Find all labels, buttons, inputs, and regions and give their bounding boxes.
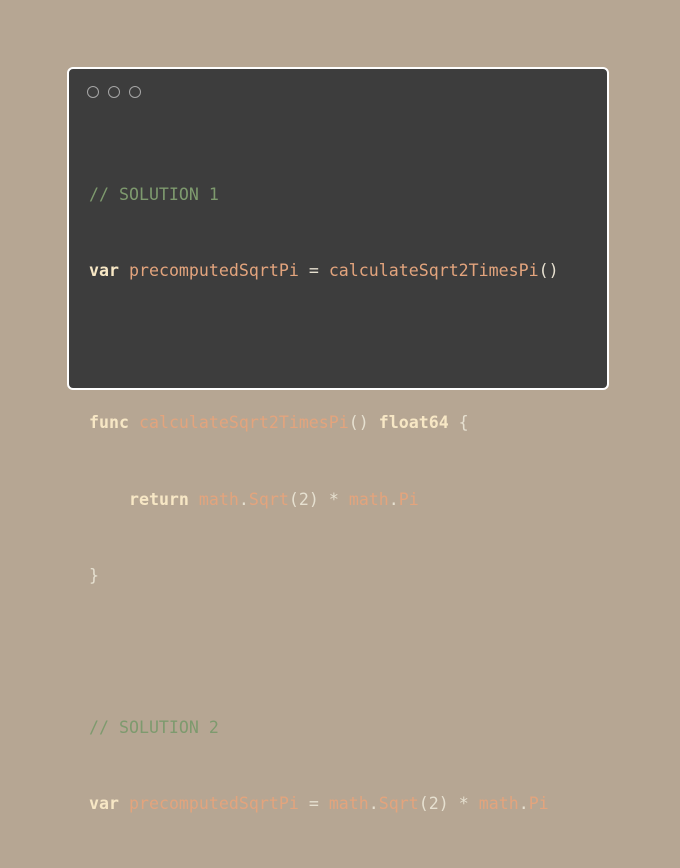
punctuation: . bbox=[518, 794, 529, 814]
punctuation: . bbox=[238, 489, 249, 509]
code-line: var precomputedSqrtPi = math.Sqrt(2) * m… bbox=[89, 791, 559, 816]
keyword-return: return bbox=[128, 489, 189, 509]
code-line: // SOLUTION 2 bbox=[89, 715, 559, 740]
punctuation: () bbox=[538, 261, 559, 281]
code-line: func calculateSqrt2TimesPi() float64 { bbox=[89, 410, 559, 435]
code-line: } bbox=[89, 563, 559, 588]
identifier: Pi bbox=[398, 489, 419, 509]
code-block: // SOLUTION 1 var precomputedSqrtPi = ca… bbox=[89, 131, 559, 868]
code-line-empty bbox=[89, 639, 559, 664]
keyword-func: func bbox=[89, 413, 129, 433]
identifier: math bbox=[328, 794, 369, 814]
identifier: Sqrt bbox=[248, 489, 289, 509]
code-line: // SOLUTION 1 bbox=[89, 182, 559, 207]
identifier: math bbox=[198, 489, 239, 509]
punctuation: . bbox=[368, 794, 379, 814]
code-line-empty bbox=[89, 334, 559, 359]
punctuation: } bbox=[89, 565, 99, 585]
circle-icon bbox=[108, 86, 120, 98]
window-controls bbox=[87, 86, 141, 98]
punctuation: () bbox=[348, 413, 369, 433]
identifier: precomputedSqrtPi bbox=[128, 794, 299, 814]
operator: * bbox=[448, 794, 479, 814]
punctuation: (2) bbox=[288, 489, 319, 509]
code-comment: // SOLUTION 2 bbox=[89, 718, 219, 738]
punctuation: (2) bbox=[418, 794, 449, 814]
identifier: calculateSqrt2TimesPi bbox=[138, 413, 349, 433]
identifier: math bbox=[478, 794, 519, 814]
circle-icon bbox=[87, 86, 99, 98]
keyword-var: var bbox=[89, 794, 119, 814]
keyword-type: float64 bbox=[378, 413, 449, 433]
punctuation: { bbox=[448, 413, 469, 433]
identifier: calculateSqrt2TimesPi bbox=[328, 261, 539, 281]
punctuation: . bbox=[388, 489, 399, 509]
identifier: math bbox=[348, 489, 389, 509]
code-line: var precomputedSqrtPi = calculateSqrt2Ti… bbox=[89, 258, 559, 283]
identifier: Pi bbox=[528, 794, 549, 814]
operator: = bbox=[298, 794, 329, 814]
identifier: Sqrt bbox=[378, 794, 419, 814]
operator: = bbox=[298, 261, 329, 281]
identifier: precomputedSqrtPi bbox=[128, 261, 299, 281]
code-comment: // SOLUTION 1 bbox=[89, 184, 219, 204]
circle-icon bbox=[129, 86, 141, 98]
code-line: return math.Sqrt(2) * math.Pi bbox=[89, 487, 559, 512]
code-window: // SOLUTION 1 var precomputedSqrtPi = ca… bbox=[67, 67, 609, 813]
keyword-var: var bbox=[89, 261, 119, 281]
operator: * bbox=[318, 489, 349, 509]
